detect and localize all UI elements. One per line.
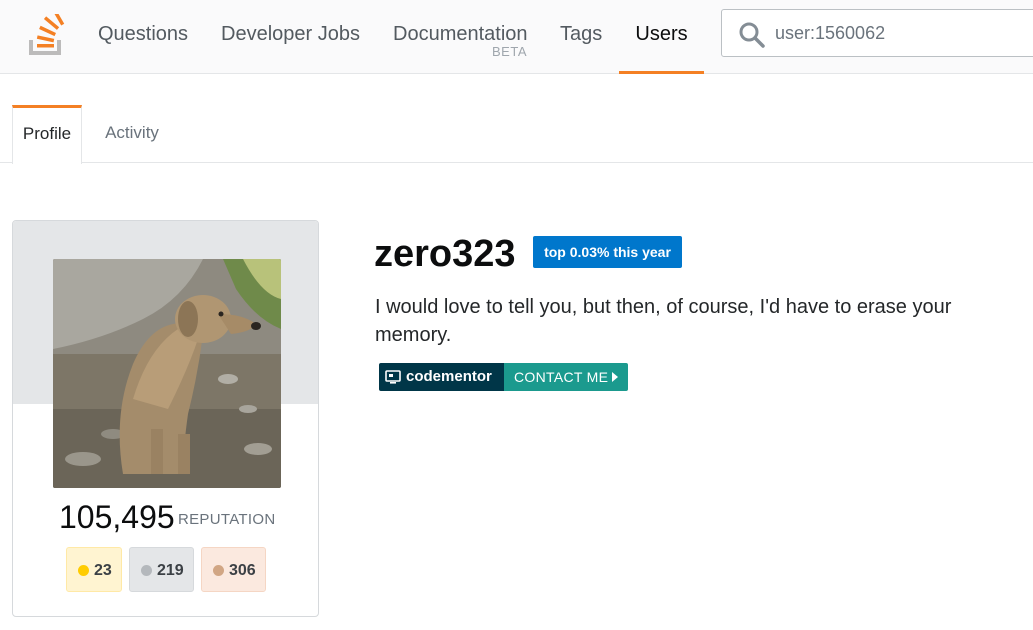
avatar[interactable] [53, 259, 281, 488]
avatar-card: 105,495 REPUTATION 23 219 306 [12, 220, 319, 617]
codementor-monitor-icon [385, 370, 401, 384]
contact-me-label: CONTACT ME [514, 369, 609, 385]
codementor-contact-button[interactable]: codementor CONTACT ME [379, 363, 628, 391]
bronze-badge-icon [213, 565, 224, 576]
avatar-dog-photo [53, 259, 281, 488]
tab-profile[interactable]: Profile [12, 105, 82, 164]
about-me: I would love to tell you, but then, of c… [375, 296, 952, 346]
gold-badge-icon [78, 565, 89, 576]
reputation-label: REPUTATION [178, 511, 276, 528]
silver-badges[interactable]: 219 [129, 547, 194, 592]
tab-activity[interactable]: Activity [94, 105, 170, 163]
documentation-beta-label: BETA [492, 44, 527, 59]
nav-developer-jobs[interactable]: Developer Jobs [221, 22, 360, 46]
gold-badge-count: 23 [94, 562, 112, 579]
bronze-badges[interactable]: 306 [201, 547, 266, 592]
nav-users[interactable]: Users [619, 0, 704, 74]
search-input[interactable] [775, 21, 1033, 45]
top-bar: Questions Developer Jobs Documentation B… [0, 0, 1033, 74]
codementor-cta[interactable]: CONTACT ME [504, 363, 628, 391]
gold-badges[interactable]: 23 [66, 547, 122, 592]
codementor-brand: codementor [379, 363, 504, 391]
nav-questions[interactable]: Questions [98, 22, 188, 46]
rank-badge[interactable]: top 0.03% this year [533, 236, 682, 268]
play-arrow-icon [612, 372, 618, 382]
search-icon [739, 22, 765, 48]
silver-badge-icon [141, 565, 152, 576]
bronze-badge-count: 306 [229, 562, 256, 579]
nav-documentation[interactable]: Documentation [393, 22, 528, 46]
reputation-value: 105,495 [59, 499, 175, 535]
nav-tags[interactable]: Tags [560, 22, 602, 46]
profile-tabs: Profile Activity [0, 105, 1033, 164]
silver-badge-count: 219 [157, 562, 184, 579]
stack-overflow-logo[interactable] [28, 9, 66, 56]
stack-overflow-logo-icon [29, 9, 65, 55]
search-box[interactable] [721, 9, 1033, 57]
username: zero323 [374, 233, 516, 275]
codementor-name: codementor [406, 368, 492, 385]
